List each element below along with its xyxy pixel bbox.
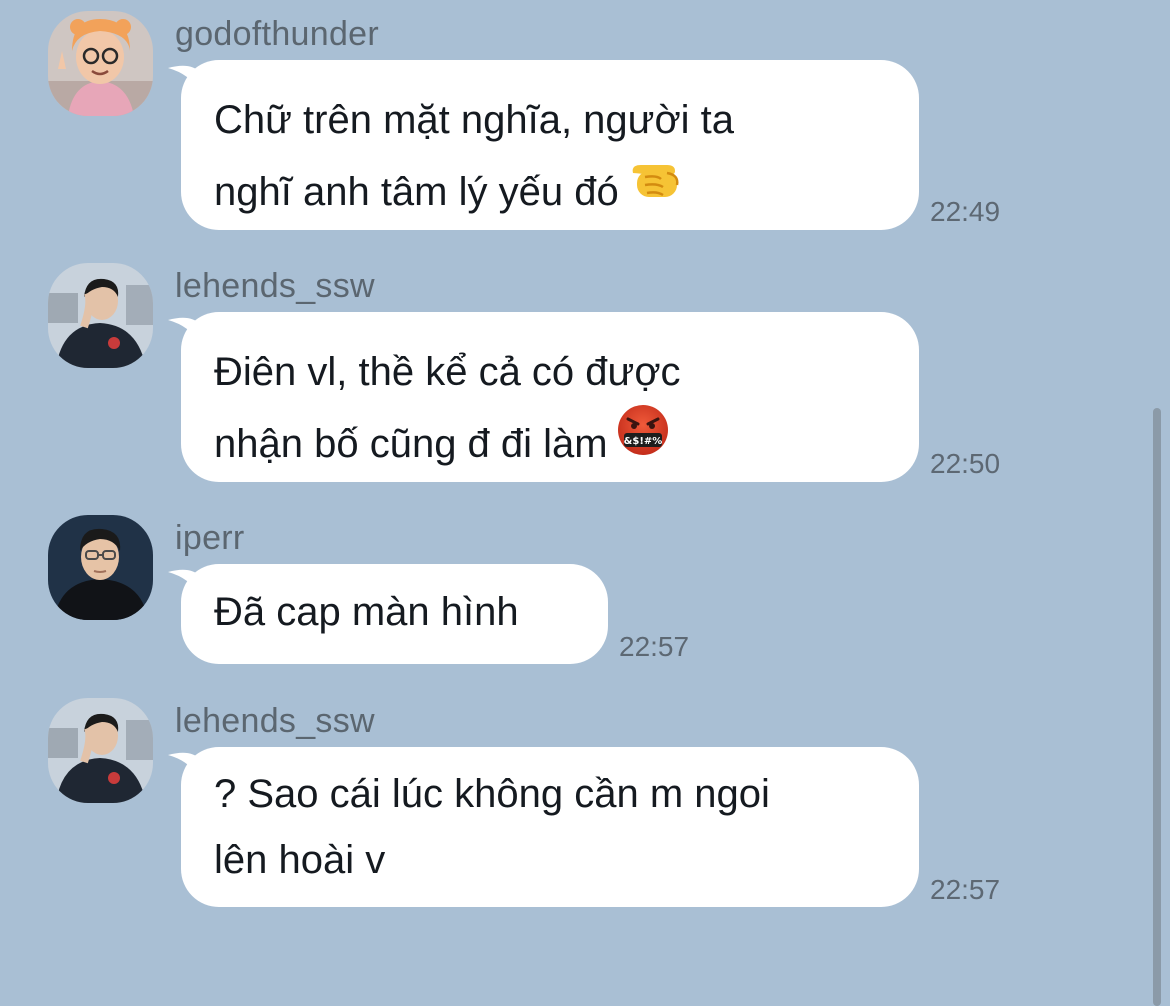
- message-text-line: Chữ trên mặt nghĩa, người ta: [214, 98, 735, 142]
- bubble-tail: [168, 566, 202, 596]
- message-bubble[interactable]: ? Sao cái lúc không cần m ngoi lên hoài …: [168, 747, 919, 907]
- bubble-tail: [168, 314, 202, 344]
- avatar-lehends-ssw[interactable]: [48, 263, 153, 368]
- avatar-photo: [48, 263, 153, 368]
- message-bubble[interactable]: Đã cap màn hình: [168, 564, 608, 664]
- scrollbar[interactable]: [1153, 408, 1161, 1006]
- message-text-line: nghĩ anh tâm lý yếu đó: [214, 156, 883, 228]
- sender-name: lehends_ssw: [175, 702, 375, 740]
- message-time: 22:57: [930, 874, 1001, 905]
- avatar-photo: [48, 11, 153, 116]
- sender-name: lehends_ssw: [175, 267, 375, 305]
- avatar-iperr[interactable]: [48, 515, 153, 620]
- chat-message-list[interactable]: godofthunder Chữ trên mặt nghĩa, người t…: [0, 0, 1170, 1006]
- sender-name: godofthunder: [175, 15, 379, 53]
- message-text-line: Điên vl, thề kể cả có được: [214, 350, 681, 394]
- message-time: 22:57: [619, 631, 690, 662]
- message-time: 22:50: [930, 448, 1001, 479]
- avatar-lehends-ssw[interactable]: [48, 698, 153, 803]
- pointing-fist-emoji-icon: [627, 153, 683, 226]
- avatar-photo: [48, 515, 153, 620]
- message-text-line: nhận bố cũng đ đi làm &$!#%: [214, 404, 883, 480]
- message-text-line: lên hoài v: [214, 838, 386, 882]
- message-text-line: Đã cap màn hình: [214, 590, 519, 634]
- message-bubble[interactable]: Chữ trên mặt nghĩa, người ta nghĩ anh tâ…: [168, 60, 919, 230]
- bubble-tail: [168, 749, 202, 779]
- message-bubble[interactable]: Điên vl, thề kể cả có được nhận bố cũng …: [168, 312, 919, 482]
- avatar-photo: [48, 698, 153, 803]
- sender-name: iperr: [175, 519, 245, 557]
- message-time: 22:49: [930, 196, 1001, 227]
- cursing-face-emoji-icon: &$!#%: [616, 403, 670, 480]
- avatar-godofthunder[interactable]: [48, 11, 153, 116]
- cursing-symbols: &$!#%: [623, 436, 662, 447]
- bubble-tail: [168, 62, 202, 92]
- message-text-line: ? Sao cái lúc không cần m ngoi: [214, 772, 770, 816]
